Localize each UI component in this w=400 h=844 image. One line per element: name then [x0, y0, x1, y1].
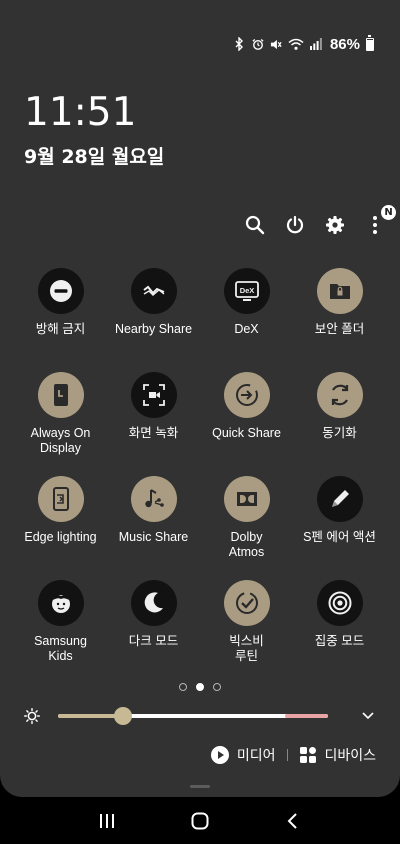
- status-bar: 86%: [234, 34, 374, 54]
- back-button[interactable]: [273, 801, 313, 841]
- quick-tiles-grid: 방해 금지 Nearby Share DeX DeX 보안 폴더 Always On Di…: [14, 268, 386, 684]
- power-button[interactable]: [284, 212, 306, 238]
- search-icon: [245, 215, 265, 235]
- tile-edge-lighting[interactable]: Edge lighting: [14, 476, 107, 580]
- tile-label: Dolby Atmos: [228, 530, 265, 559]
- navigation-bar: [0, 797, 400, 844]
- devices-label: 디바이스: [324, 747, 376, 763]
- tile-label: 빅스비 루틴: [229, 634, 264, 663]
- power-icon: [286, 215, 304, 234]
- bixby-routines-icon[interactable]: [223, 580, 270, 626]
- recents-icon: [99, 813, 114, 828]
- media-devices-row: 미디어 디바이스: [210, 745, 376, 765]
- tile-dex[interactable]: DeX DeX: [200, 268, 293, 372]
- sync-icon[interactable]: [316, 372, 363, 418]
- chevron-down-icon[interactable]: [360, 707, 376, 727]
- nearby-share-icon[interactable]: [130, 268, 177, 314]
- tile-s-pen[interactable]: S펜 에어 액션: [293, 476, 386, 580]
- back-icon: [287, 812, 298, 829]
- do-not-disturb-icon[interactable]: [37, 268, 84, 314]
- dark-mode-icon[interactable]: [130, 580, 177, 626]
- page-indicator: [0, 683, 400, 691]
- tile-label: Edge lighting: [24, 530, 97, 544]
- settings-button[interactable]: [324, 212, 346, 238]
- notification-badge: N: [381, 205, 396, 220]
- quick-share-icon[interactable]: [223, 372, 270, 418]
- more-icon: [373, 216, 377, 234]
- tile-label: Always On Display: [30, 426, 91, 455]
- secure-folder-icon[interactable]: [316, 268, 363, 314]
- dolby-atmos-icon[interactable]: [223, 476, 270, 522]
- focus-mode-icon[interactable]: [316, 580, 363, 626]
- page-dot[interactable]: [213, 683, 221, 691]
- tile-label: 보안 폴더: [314, 322, 365, 336]
- tile-label: Samsung Kids: [34, 634, 87, 663]
- divider: [287, 749, 289, 761]
- always-on-display-icon[interactable]: [37, 372, 84, 418]
- brightness-thumb[interactable]: [113, 707, 132, 725]
- page-dot[interactable]: [179, 683, 187, 691]
- tile-samsung-kids[interactable]: Samsung Kids: [14, 580, 107, 684]
- tile-dolby-atmos[interactable]: Dolby Atmos: [200, 476, 293, 580]
- bluetooth-icon: [234, 37, 246, 51]
- devices-button[interactable]: 디바이스: [300, 745, 376, 765]
- wifi-icon: [288, 37, 304, 51]
- brightness-slider[interactable]: [58, 707, 328, 725]
- clock-time[interactable]: 11:51: [24, 90, 136, 135]
- dex-icon[interactable]: DeX: [223, 268, 270, 314]
- alarm-icon: [252, 37, 264, 51]
- edge-lighting-icon[interactable]: [37, 476, 84, 522]
- music-share-icon[interactable]: [130, 476, 177, 522]
- tile-label: S펜 에어 액션: [303, 530, 376, 544]
- samsung-kids-icon[interactable]: [37, 580, 84, 626]
- tile-label: 화면 녹화: [128, 426, 179, 440]
- tile-label: 다크 모드: [128, 634, 179, 648]
- tile-label: DeX: [234, 322, 259, 336]
- tile-quick-share[interactable]: Quick Share: [200, 372, 293, 476]
- home-button[interactable]: [180, 801, 220, 841]
- tile-secure-folder[interactable]: 보안 폴더: [293, 268, 386, 372]
- drag-handle[interactable]: [190, 785, 210, 788]
- recents-button[interactable]: [87, 801, 127, 841]
- brightness-icon: [24, 708, 40, 728]
- play-icon: [210, 746, 229, 764]
- devices-grid-icon: [300, 747, 317, 763]
- media-button[interactable]: 미디어: [210, 745, 276, 765]
- tile-label: Music Share: [118, 530, 189, 544]
- tile-do-not-disturb[interactable]: 방해 금지: [14, 268, 107, 372]
- battery-percent: 86%: [329, 35, 360, 53]
- battery-icon: [366, 34, 374, 51]
- tile-label: Nearby Share: [114, 322, 193, 336]
- quick-settings-panel: 86% 11:51 9월 28일 월요일 N 방해 금지 Nearby Shar…: [0, 0, 400, 797]
- mute-icon: [270, 37, 282, 51]
- brightness-high-zone: [284, 714, 328, 718]
- signal-icon: [309, 37, 322, 51]
- clock-date[interactable]: 9월 28일 월요일: [24, 142, 164, 169]
- page-dot[interactable]: [196, 683, 204, 691]
- top-actions: N: [244, 205, 396, 238]
- media-label: 미디어: [236, 747, 276, 763]
- tile-screen-recorder[interactable]: 화면 녹화: [107, 372, 200, 476]
- svg-text:DeX: DeX: [239, 286, 254, 295]
- tile-nearby-share[interactable]: Nearby Share: [107, 268, 200, 372]
- tile-sync[interactable]: 동기화: [293, 372, 386, 476]
- search-button[interactable]: [244, 212, 266, 238]
- tile-dark-mode[interactable]: 다크 모드: [107, 580, 200, 684]
- tile-label: 동기화: [322, 426, 357, 440]
- more-options-button[interactable]: N: [364, 205, 396, 238]
- brightness-control: [24, 704, 376, 728]
- settings-icon: [326, 216, 344, 234]
- tile-label: 방해 금지: [35, 322, 86, 336]
- tile-label: Quick Share: [212, 426, 281, 440]
- tile-focus-mode[interactable]: 집중 모드: [293, 580, 386, 684]
- s-pen-icon[interactable]: [316, 476, 363, 522]
- tile-label: 집중 모드: [314, 634, 365, 648]
- home-icon: [191, 812, 209, 829]
- screen-recorder-icon[interactable]: [130, 372, 177, 418]
- tile-always-on-display[interactable]: Always On Display: [14, 372, 107, 476]
- tile-bixby-routines[interactable]: 빅스비 루틴: [200, 580, 293, 684]
- tile-music-share[interactable]: Music Share: [107, 476, 200, 580]
